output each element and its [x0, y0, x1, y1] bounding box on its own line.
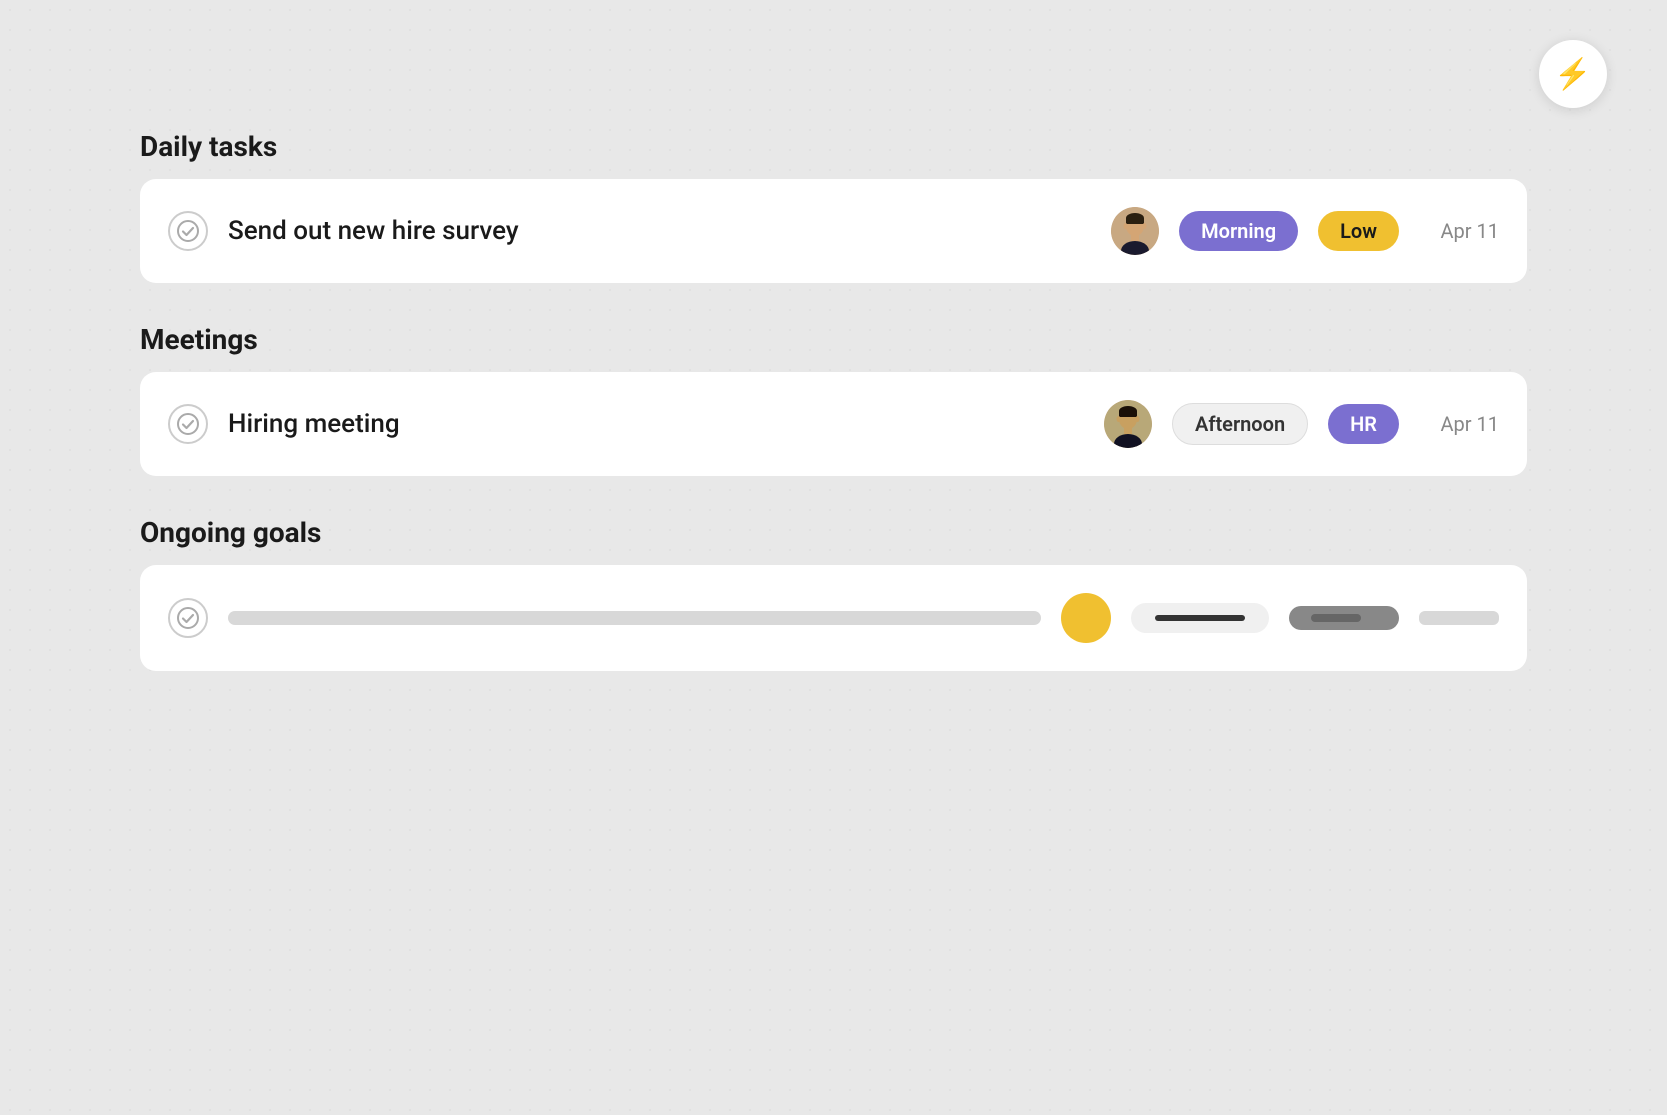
ongoing-goals-card: [140, 565, 1527, 671]
task-complete-icon[interactable]: [168, 211, 208, 251]
time-tag: Afternoon: [1172, 403, 1308, 445]
meeting-title: Hiring meeting: [228, 409, 1084, 439]
meeting-complete-icon[interactable]: [168, 404, 208, 444]
goal-complete-icon[interactable]: [168, 598, 208, 638]
lightning-icon: ⚡: [1554, 57, 1591, 92]
category-tag-placeholder: [1289, 606, 1399, 630]
due-date: Apr 11: [1419, 412, 1499, 436]
dash-placeholder: [1155, 615, 1245, 621]
daily-tasks-heading: Daily tasks: [140, 130, 1527, 163]
goal-title-placeholder: [228, 611, 1041, 625]
main-content: Daily tasks Send out new hire survey: [140, 130, 1527, 711]
category-tag: HR: [1328, 404, 1399, 444]
table-row[interactable]: [168, 565, 1499, 671]
priority-tag: Low: [1318, 211, 1399, 251]
task-title: Send out new hire survey: [228, 216, 1091, 246]
quick-actions-button[interactable]: ⚡: [1539, 40, 1607, 108]
avatar: [1104, 400, 1152, 448]
avatar-placeholder: [1061, 593, 1111, 643]
avatar: [1111, 207, 1159, 255]
tag-placeholder: [1131, 603, 1269, 633]
table-row[interactable]: Hiring meeting: [168, 372, 1499, 476]
table-row[interactable]: Send out new hire survey: [168, 179, 1499, 283]
meetings-card: Hiring meeting: [140, 372, 1527, 476]
date-placeholder: [1419, 611, 1499, 625]
ongoing-goals-heading: Ongoing goals: [140, 516, 1527, 549]
due-date: Apr 11: [1419, 219, 1499, 243]
daily-tasks-card: Send out new hire survey: [140, 179, 1527, 283]
meetings-heading: Meetings: [140, 323, 1527, 356]
time-tag: Morning: [1179, 211, 1298, 251]
